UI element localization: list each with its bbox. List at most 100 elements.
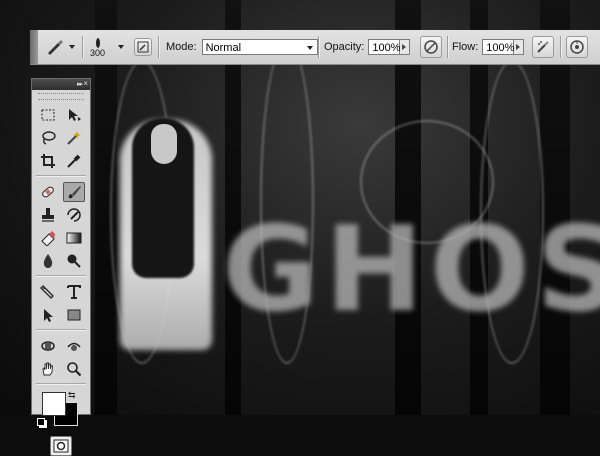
hand-tool-icon [42, 362, 53, 375]
mode-label: Mode: [166, 41, 197, 53]
pressure-size-icon [566, 36, 588, 58]
pen-tool-icon [40, 284, 54, 299]
flow-control: Flow: 100% [452, 30, 525, 64]
eyedropper-tool[interactable] [63, 151, 85, 171]
tools-panel-header[interactable]: ▸▸ × [32, 79, 90, 90]
3d-orbit-tool[interactable] [63, 336, 85, 356]
history-brush-tool-icon [67, 207, 81, 222]
divider [560, 36, 562, 58]
rectangle-tool-icon [67, 309, 81, 320]
path-selection-tool[interactable] [37, 305, 59, 325]
foreground-color-swatch[interactable] [42, 392, 66, 416]
pen-tool[interactable] [37, 282, 59, 302]
crop-tool[interactable] [37, 151, 59, 171]
magic-wand-tool[interactable] [63, 128, 85, 148]
tool-row [32, 334, 90, 357]
3d-orbit-tool-icon [67, 342, 81, 351]
dodge-tool[interactable] [63, 251, 85, 271]
marquee-tool-icon [41, 109, 55, 120]
default-colors-icon[interactable] [37, 418, 45, 426]
healing-brush-tool[interactable] [37, 182, 59, 202]
tool-row [32, 249, 90, 272]
clone-stamp-tool[interactable] [37, 205, 59, 225]
tool-row [32, 357, 90, 380]
brush-size: 300 [90, 48, 106, 58]
quick-mask-button[interactable] [50, 436, 72, 456]
tools-panel: ▸▸ × ⇆ [31, 78, 91, 456]
dodge-tool-icon [67, 254, 81, 268]
divider [36, 383, 86, 385]
flow-slider-button[interactable] [514, 39, 525, 55]
marquee-tool[interactable] [37, 105, 59, 125]
brush-panel-toggle[interactable] [134, 30, 152, 64]
gradient-tool-icon [66, 232, 82, 243]
tool-row [32, 203, 90, 226]
mode-value: Normal [205, 42, 242, 54]
chevron-down-icon [118, 45, 124, 49]
chevron-down-icon [306, 46, 313, 50]
brush-preset-icon [44, 36, 66, 58]
flow-value: 100% [486, 42, 515, 54]
collapse-panel-icon[interactable]: ▸▸ [77, 80, 83, 88]
blur-tool-icon [43, 253, 53, 268]
opacity-slider-button[interactable] [400, 39, 411, 55]
zoom-tool-icon [67, 361, 82, 376]
divider [158, 36, 160, 58]
rectangle-tool[interactable] [63, 305, 85, 325]
tool-row [32, 180, 90, 203]
close-panel-icon[interactable]: × [83, 79, 88, 88]
divider [447, 36, 449, 58]
airbrush-button[interactable] [532, 30, 554, 64]
3d-rotate-tool-icon [41, 340, 55, 351]
blur-tool[interactable] [37, 251, 59, 271]
brush-panel-toggle-icon [134, 38, 152, 56]
pressure-size-button[interactable] [566, 30, 588, 64]
brush-picker-arrow[interactable] [118, 30, 124, 64]
options-bar-grip[interactable] [30, 30, 38, 64]
healing-brush-tool-icon [42, 186, 54, 197]
tool-row [32, 303, 90, 326]
tool-row [32, 103, 90, 126]
brush-tool[interactable] [63, 181, 85, 202]
tool-row [32, 149, 90, 172]
divider [318, 36, 320, 58]
eraser-tool-icon [41, 230, 55, 246]
divider [36, 275, 86, 277]
pressure-opacity-icon [420, 36, 442, 58]
mode-control: Mode: Normal [166, 30, 318, 64]
opacity-label: Opacity: [324, 41, 365, 53]
divider [36, 175, 86, 177]
swap-colors-icon[interactable]: ⇆ [68, 390, 76, 401]
flow-input[interactable]: 100% [482, 39, 514, 55]
ghost-text: GHOST [222, 200, 600, 338]
move-tool[interactable] [63, 105, 85, 125]
eraser-tool[interactable] [37, 228, 59, 248]
hand-tool[interactable] [37, 359, 59, 379]
path-selection-tool-icon [44, 308, 53, 322]
pressure-opacity-button[interactable] [420, 30, 442, 64]
zoom-tool[interactable] [63, 359, 85, 379]
eyedropper-tool-icon [67, 154, 81, 168]
tool-row [32, 126, 90, 149]
flow-label: Flow: [452, 41, 479, 53]
lasso-tool-icon [42, 130, 56, 145]
quick-mask-area [32, 436, 90, 456]
magic-wand-tool-icon [67, 130, 81, 145]
color-swatches: ⇆ [32, 388, 90, 432]
history-brush-tool[interactable] [63, 205, 85, 225]
gradient-tool[interactable] [63, 228, 85, 248]
airbrush-icon [532, 36, 554, 58]
panel-grip[interactable] [38, 93, 84, 100]
quick-mask-icon [53, 439, 69, 453]
tool-preset-picker[interactable] [44, 30, 75, 64]
mode-select[interactable]: Normal [201, 39, 318, 55]
chevron-down-icon [69, 45, 75, 49]
type-tool[interactable] [63, 282, 85, 302]
opacity-input[interactable]: 100% [368, 39, 401, 55]
lasso-tool[interactable] [37, 128, 59, 148]
type-tool-icon [67, 284, 81, 299]
3d-rotate-tool[interactable] [37, 336, 59, 356]
brush-picker[interactable]: 300 [90, 30, 105, 64]
opacity-control: Opacity: 100% [324, 30, 411, 64]
divider [36, 329, 86, 331]
